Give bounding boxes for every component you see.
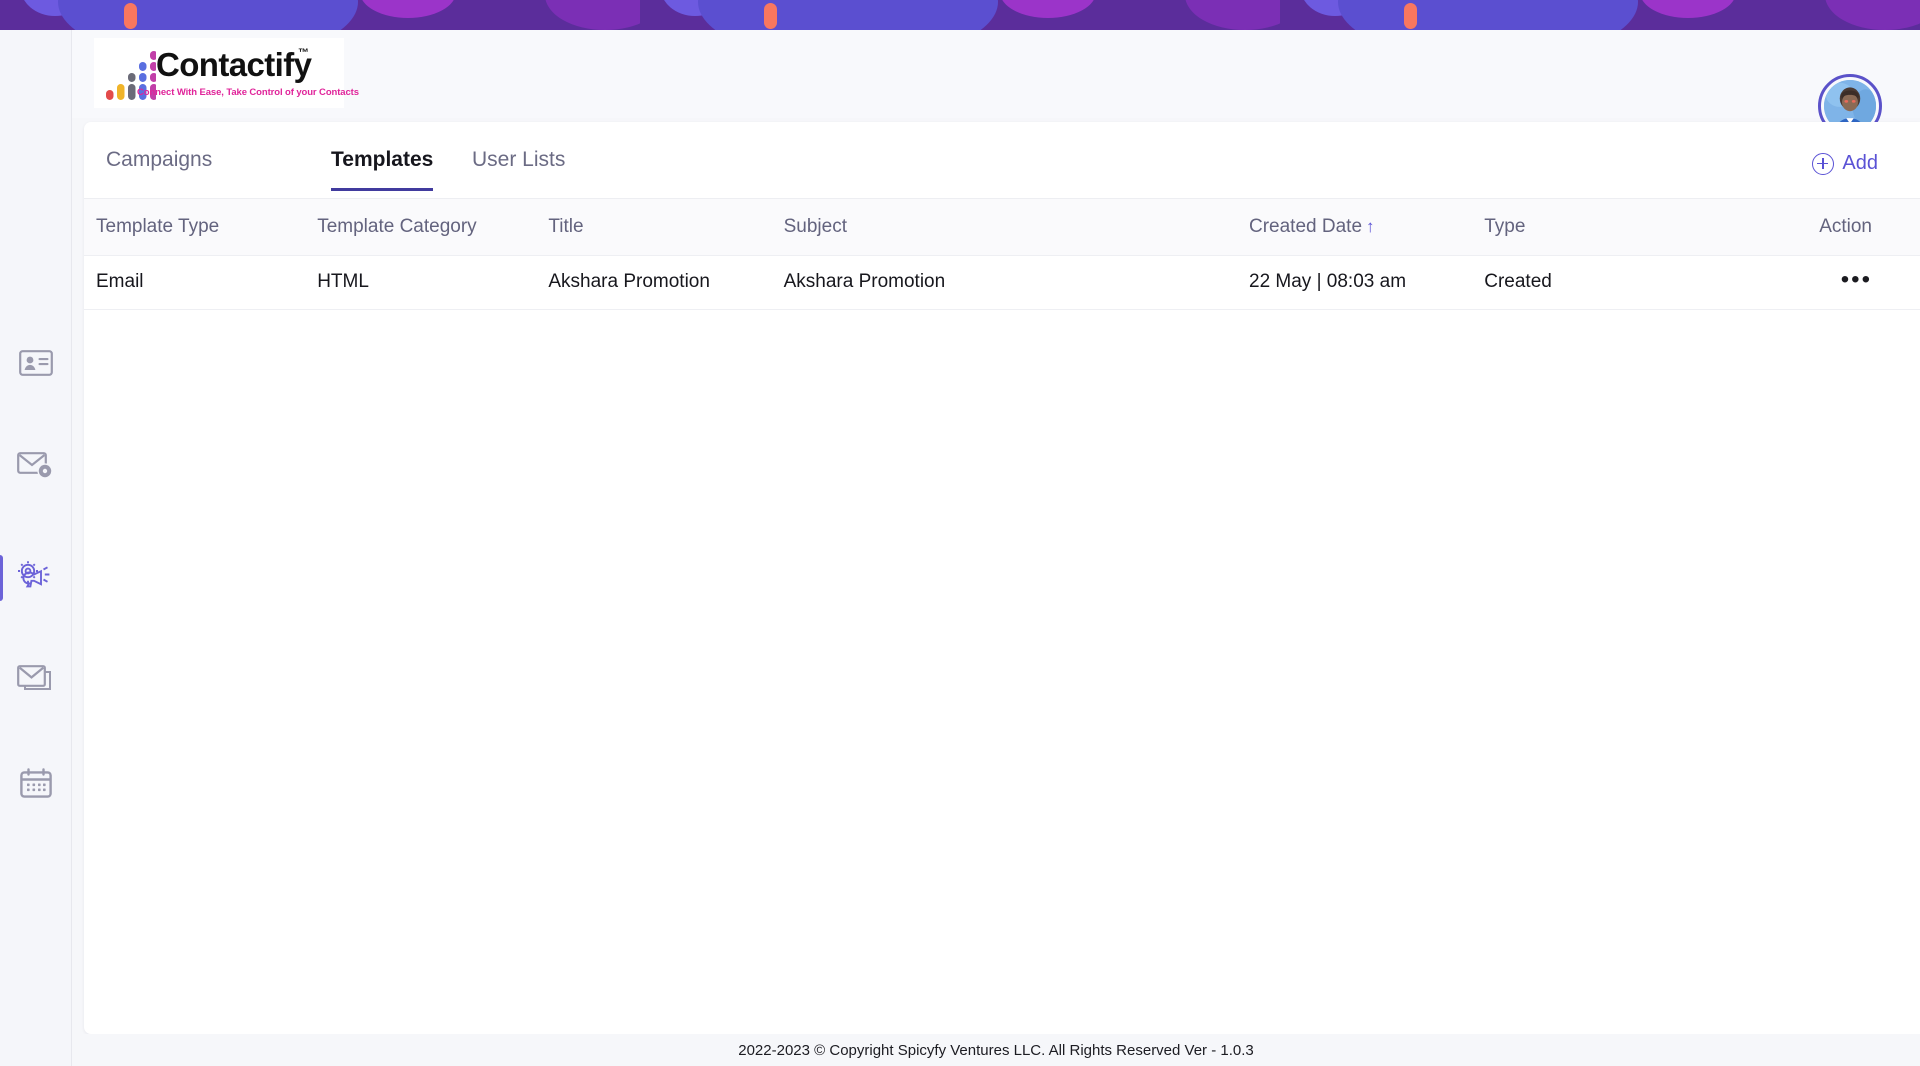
tab-user-lists[interactable]: User Lists <box>472 148 565 188</box>
row-actions-menu-icon[interactable]: ••• <box>1841 268 1872 292</box>
gear-megaphone-icon <box>16 560 56 597</box>
tab-campaigns[interactable]: Campaigns <box>106 148 212 188</box>
banner-blob <box>58 0 358 30</box>
add-button-label: Add <box>1842 152 1878 174</box>
table-row[interactable]: Email HTML Akshara Promotion Akshara Pro… <box>84 255 1920 310</box>
banner-accent-pill <box>1404 3 1417 29</box>
column-label: Template Category <box>317 215 477 237</box>
brand-name: Contactify <box>156 46 312 83</box>
cell-template-category: HTML <box>317 255 549 310</box>
sidebar-item-contacts[interactable] <box>0 330 72 400</box>
calendar-icon <box>20 767 52 803</box>
decorative-top-banner <box>0 0 1920 30</box>
table-body: Email HTML Akshara Promotion Akshara Pro… <box>84 255 1920 310</box>
column-header-template-category[interactable]: Template Category <box>317 199 549 256</box>
banner-blob <box>1000 0 1096 18</box>
plus-circle-icon <box>1812 152 1835 175</box>
banner-blob <box>698 0 998 30</box>
brand-logo[interactable]: Contactify ™ Connect With Ease, Take Con… <box>94 38 359 108</box>
active-marker <box>0 444 3 490</box>
column-header-type[interactable]: Type <box>1484 199 1716 256</box>
table-header: Template Type Template Category Title Su… <box>84 199 1920 256</box>
banner-blob <box>545 0 640 30</box>
cell-action: ••• <box>1715 255 1920 310</box>
cell-created-date: 22 May | 08:03 am <box>1249 255 1485 310</box>
column-label: Title <box>548 215 584 237</box>
column-header-template-type[interactable]: Template Type <box>84 199 318 256</box>
cell-title: Akshara Promotion <box>548 255 784 310</box>
app-footer: 2022-2023 © Copyright Spicyfy Ventures L… <box>72 1034 1920 1066</box>
sidebar-item-schedule[interactable] <box>0 750 72 820</box>
copyright-text: 2022-2023 © Copyright Spicyfy Ventures L… <box>738 1041 1254 1059</box>
envelope-gear-icon <box>17 450 55 485</box>
app-header: Contactify ™ Connect With Ease, Take Con… <box>72 30 1920 138</box>
trademark-symbol: ™ <box>298 47 309 59</box>
sidebar-item-email-settings[interactable] <box>0 432 72 502</box>
app-root: Contactify ™ Connect With Ease, Take Con… <box>0 0 1920 1066</box>
sidebar-item-templates[interactable] <box>0 645 72 715</box>
table-header-row: Template Type Template Category Title Su… <box>84 199 1920 256</box>
cell-type: Created <box>1484 255 1716 310</box>
active-marker <box>0 342 3 388</box>
banner-blob <box>360 0 456 18</box>
add-button[interactable]: Add <box>1812 152 1878 175</box>
active-marker <box>0 555 3 601</box>
banner-pattern-tile <box>640 0 1280 30</box>
templates-table: Template Type Template Category Title Su… <box>84 199 1920 310</box>
banner-accent-pill <box>124 3 137 29</box>
tab-templates[interactable]: Templates <box>331 148 434 191</box>
column-header-action: Action <box>1715 199 1920 256</box>
content-card: Campaigns Templates User Lists Add Templ… <box>84 122 1920 1034</box>
left-sidebar <box>0 30 72 1066</box>
brand-tagline: Connect With Ease, Take Control of your … <box>137 87 359 98</box>
banner-accent-pill <box>764 3 777 29</box>
tab-bar: Campaigns Templates User Lists Add <box>84 122 1920 199</box>
cell-subject: Akshara Promotion <box>783 255 1249 310</box>
column-header-subject[interactable]: Subject <box>783 199 1249 256</box>
banner-pattern-tile <box>1280 0 1920 30</box>
column-header-created-date[interactable]: Created Date ↑ <box>1249 199 1485 256</box>
column-label: Created Date <box>1249 215 1363 237</box>
active-marker <box>0 762 3 808</box>
column-label: Action <box>1819 215 1872 237</box>
stacked-envelope-icon <box>17 663 55 698</box>
sort-ascending-icon[interactable]: ↑ <box>1362 217 1375 236</box>
banner-blob <box>1640 0 1736 18</box>
banner-blob <box>1185 0 1280 30</box>
column-label: Template Type <box>96 215 220 237</box>
column-header-title[interactable]: Title <box>548 199 784 256</box>
banner-blob <box>1825 0 1920 30</box>
sidebar-item-campaigns[interactable] <box>0 543 72 613</box>
contact-card-icon <box>19 349 53 381</box>
banner-blob <box>1338 0 1638 30</box>
cell-template-type: Email <box>84 255 318 310</box>
active-marker <box>0 657 3 703</box>
column-label: Type <box>1484 215 1526 237</box>
banner-pattern-tile <box>0 0 640 30</box>
column-label: Subject <box>783 215 847 237</box>
